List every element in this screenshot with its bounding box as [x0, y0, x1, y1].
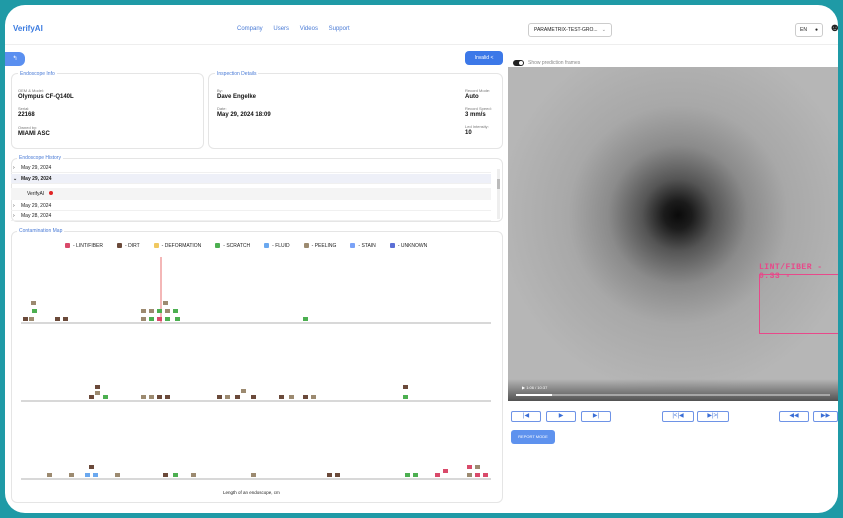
endoscope-info-title: Endoscope Info — [18, 71, 57, 77]
last-frame-button[interactable]: ▶| — [581, 411, 611, 422]
led-value: 10 — [465, 130, 472, 136]
by-label: By: — [217, 88, 223, 93]
date-label: Date: — [217, 106, 227, 111]
inspection-title: Inspection Details — [215, 71, 259, 77]
legend-unknown: - UNKNOWN — [389, 243, 427, 249]
by-value: Dave Engelke — [217, 94, 257, 100]
video-time: ▶ 1:06 / 10:37 — [522, 385, 548, 390]
oem-label: OEM & Model: — [18, 88, 45, 93]
contamination-markers — [23, 301, 488, 477]
inspection-details-card: Inspection Details By: Dave Engelke Date… — [208, 71, 503, 149]
verifyai-label: VerifyAI — [27, 191, 45, 197]
first-frame-button[interactable]: |◀ — [511, 411, 541, 422]
history-row-selected[interactable]: ⌄ May 29, 2024 — [11, 174, 491, 184]
device-select[interactable]: PARAMETRIX-TEST-GRO... ⌄ — [528, 23, 612, 37]
history-row[interactable]: › May 28, 2024 — [11, 211, 491, 221]
verifyai-row[interactable]: VerifyAI — [11, 188, 491, 200]
oem-value: Olympus CF-Q140L — [18, 94, 74, 100]
detection-box — [759, 274, 838, 334]
history-row[interactable]: › May 29, 2024 — [11, 201, 491, 211]
language-select[interactable]: EN ● — [795, 23, 823, 37]
contamination-map-plot — [21, 257, 491, 480]
legend-lint-fiber: - LINT/FIBER — [65, 243, 103, 249]
video-controls-overlay — [508, 379, 838, 401]
legend-dirt: - DIRT — [117, 243, 140, 249]
back-button[interactable]: ↰ — [5, 52, 25, 66]
legend-deformation: - DEFORMATION — [153, 243, 201, 249]
history-date: May 28, 2024 — [21, 213, 52, 219]
language-value: EN — [800, 27, 807, 33]
report-mode-button[interactable]: REPORT MODE — [511, 430, 555, 444]
fast-forward-button[interactable]: ▶▶ — [813, 411, 838, 422]
share-icon: < — [490, 55, 494, 61]
play-button[interactable]: ▶ — [546, 411, 576, 422]
device-select-value: PARAMETRIX-TEST-GRO... — [534, 27, 598, 33]
legend-scratch: - SCRATCH — [215, 243, 250, 249]
toggle-dot-icon: ● — [814, 27, 818, 33]
frame-back-button[interactable]: |<|◀ — [662, 411, 694, 422]
frame-forward-button[interactable]: ▶|>| — [697, 411, 729, 422]
video-progress-bar[interactable] — [516, 394, 830, 396]
chevron-right-icon: › — [13, 213, 15, 219]
chevron-right-icon: › — [13, 165, 15, 171]
legend-fluid: - FLUID — [264, 243, 290, 249]
chevron-down-icon: ⌄ — [601, 27, 606, 33]
history-title: Endoscope History — [17, 155, 63, 161]
endoscope-info-card: Endoscope Info OEM & Model: Olympus CF-Q… — [11, 71, 204, 149]
top-bar: VerifyAI Company Users Videos Support PA… — [5, 5, 838, 45]
history-date: May 29, 2024 — [21, 203, 52, 209]
led-label: Led Intensity: — [465, 124, 489, 129]
history-date: May 29, 2024 — [21, 165, 52, 171]
map-axis-label: Length of an endoscope, cm — [223, 490, 280, 495]
history-scrollbar[interactable] — [497, 169, 500, 219]
share-button[interactable]: Invalid < — [465, 51, 503, 65]
nav-company[interactable]: Company — [237, 26, 263, 32]
prediction-frames-toggle[interactable] — [513, 60, 524, 66]
record-speed-label: Record Speed: — [465, 106, 492, 111]
status-dot-icon — [49, 191, 54, 195]
date-value: May 29, 2024 18:09 — [217, 112, 271, 118]
rewind-button[interactable]: ◀◀ — [779, 411, 809, 422]
contamination-title: Contamination Map — [17, 228, 65, 234]
serial-value: 22168 — [18, 112, 35, 118]
share-label: Invalid — [474, 55, 490, 61]
nav-users[interactable]: Users — [273, 26, 289, 32]
user-icon[interactable]: ☻ — [829, 22, 838, 34]
owned-label: Owned by: — [18, 125, 38, 130]
serial-label: Serial: — [18, 106, 30, 111]
history-date: May 29, 2024 — [21, 176, 52, 182]
video-player[interactable]: LINT/FIBER - 0.33 - ▶ 1:06 / 10:37 — [508, 67, 838, 401]
record-mode-label: Record Mode: — [465, 88, 491, 93]
chevron-right-icon: › — [13, 203, 15, 209]
contamination-legend: - LINT/FIBER - DIRT - DEFORMATION - SCRA… — [65, 243, 427, 249]
legend-peeling: - PEELING — [303, 243, 336, 249]
history-row[interactable]: › May 29, 2024 — [11, 163, 491, 173]
owned-value: MIAMI ASC — [18, 131, 50, 137]
legend-stain: - STAIN — [350, 243, 376, 249]
record-mode-value: Auto — [465, 94, 479, 100]
record-speed-value: 3 mm/s — [465, 112, 486, 118]
nav-videos[interactable]: Videos — [300, 26, 318, 32]
main-nav: Company Users Videos Support — [237, 26, 359, 32]
prediction-frames-label: Show prediction frames — [528, 60, 581, 66]
logo[interactable]: VerifyAI — [13, 24, 43, 33]
nav-support[interactable]: Support — [329, 26, 350, 32]
chevron-down-icon: ⌄ — [13, 176, 18, 182]
app-window: VerifyAI Company Users Videos Support PA… — [5, 5, 838, 513]
